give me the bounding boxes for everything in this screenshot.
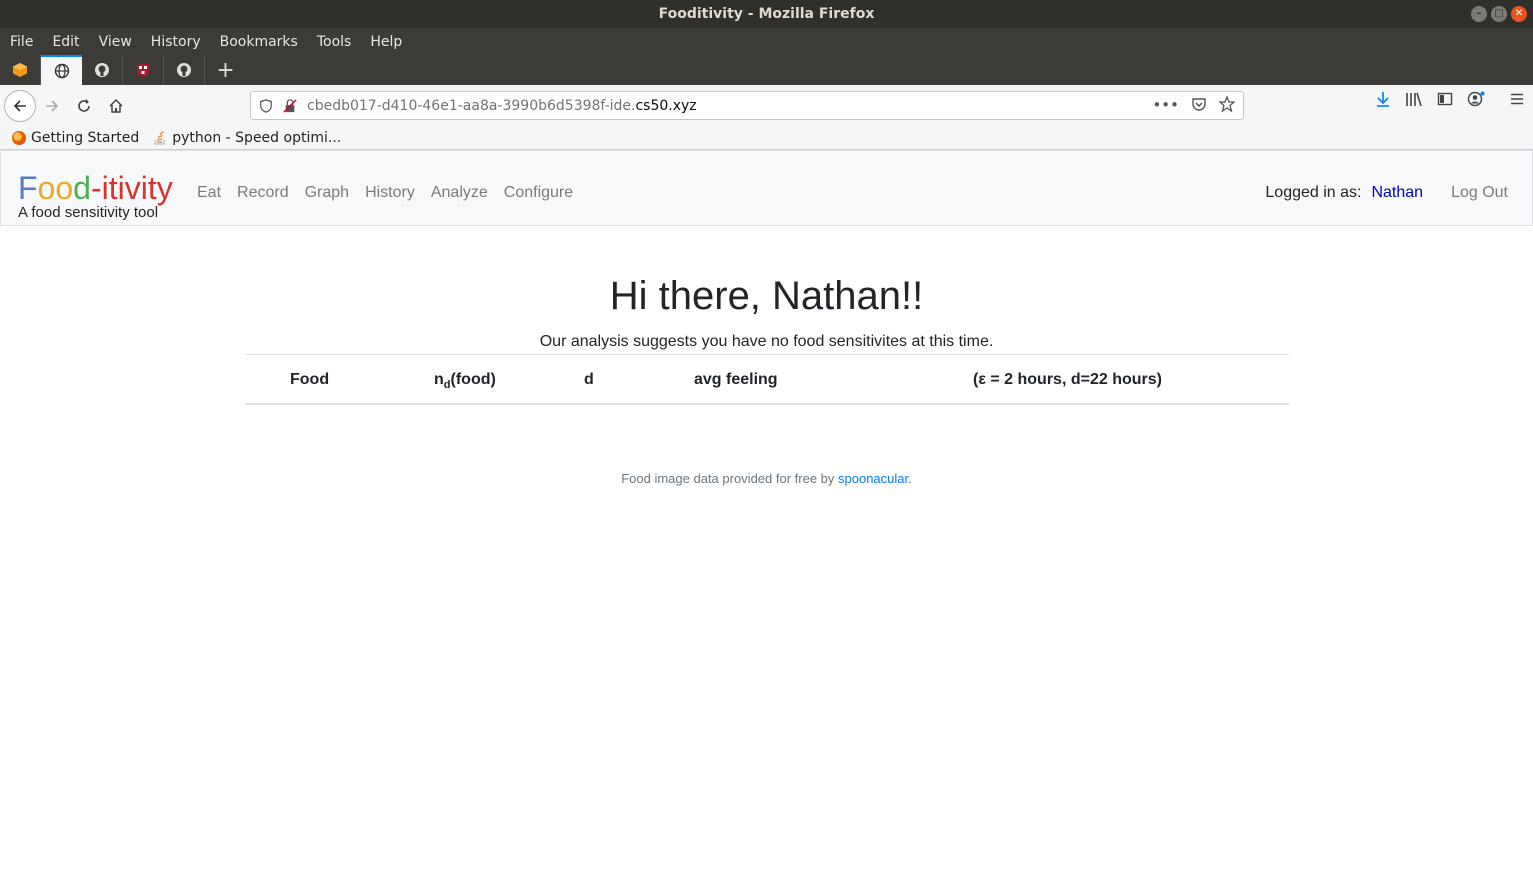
bookmark-getting-started[interactable]: Getting Started [12, 130, 139, 146]
menu-file[interactable]: File [10, 34, 33, 50]
url-text[interactable]: cbedb017-d410-46e1-aa8a-3990b6d5398f-ide… [307, 98, 697, 114]
library-icon[interactable] [1405, 91, 1423, 107]
header-nd-n: n [434, 371, 444, 388]
header-food: Food [290, 371, 330, 388]
nav-eat[interactable]: Eat [197, 184, 221, 202]
plus-icon: + [216, 57, 235, 83]
header-nd-sub: d [443, 379, 451, 392]
stackoverflow-icon [153, 130, 167, 145]
app-navbar: Food-itivity A food sensitivity tool Eat… [0, 150, 1533, 226]
account-icon[interactable] [1467, 91, 1485, 107]
firefox-icon [12, 130, 26, 145]
menu-bar: File Edit View History Bookmarks Tools H… [0, 28, 1533, 55]
sensitivity-table: Food nd(food) d avg feeling (ε = 2 hours… [245, 354, 1289, 405]
back-button[interactable] [4, 89, 36, 122]
analysis-message: Our analysis suggests you have no food s… [539, 333, 994, 350]
harvard-shield-icon [137, 64, 149, 77]
header-parameters: (ε = 2 hours, d=22 hours) [973, 371, 1162, 388]
spoonacular-link[interactable]: spoonacular [838, 471, 908, 486]
logout-link[interactable]: Log Out [1451, 184, 1508, 202]
footer-end: . [908, 471, 912, 486]
download-icon[interactable] [1375, 91, 1391, 107]
tab-bar: + [0, 55, 1533, 85]
forward-button[interactable] [36, 90, 68, 122]
nav-toolbar: cbedb017-d410-46e1-aa8a-3990b6d5398f-ide… [0, 85, 1533, 126]
brand-logo[interactable]: Food-itivity [18, 169, 173, 207]
bookmark-label: Getting Started [31, 129, 140, 146]
footer: Food image data provided for free by spo… [0, 471, 1533, 486]
toolbar-right [1375, 91, 1525, 107]
hamburger-menu-icon[interactable] [1509, 91, 1525, 107]
header-nd-rest: (food) [450, 371, 496, 388]
menu-tools[interactable]: Tools [317, 34, 352, 50]
home-icon [109, 98, 123, 113]
logged-in-label: Logged in as: [1265, 184, 1362, 201]
insecure-lock-icon [283, 98, 297, 113]
url-domain: cs50.xyz [635, 97, 697, 114]
tab-fooditivity[interactable] [41, 55, 82, 85]
page-actions-icon[interactable]: ••• [1152, 96, 1179, 114]
user-area: Logged in as: Nathan Log Out [1265, 184, 1508, 202]
tab-harvard[interactable] [123, 55, 164, 85]
header-d: d [584, 371, 594, 388]
tab-github-1[interactable] [82, 55, 123, 85]
url-bar[interactable]: cbedb017-d410-46e1-aa8a-3990b6d5398f-ide… [250, 91, 1244, 120]
brand-letter: d [73, 170, 91, 206]
web-page: Food-itivity A food sensitivity tool Eat… [0, 150, 1533, 873]
window-title: Fooditivity - Mozilla Firefox [658, 6, 875, 22]
main-nav: Eat Record Graph History Analyze Configu… [197, 184, 573, 202]
bookmarks-bar: Getting Started python - Speed optimi... [0, 126, 1533, 150]
tab-github-2[interactable] [164, 55, 205, 85]
star-icon[interactable] [1219, 96, 1235, 112]
shield-icon [260, 98, 272, 113]
menu-history[interactable]: History [151, 34, 201, 50]
globe-icon [54, 63, 69, 79]
reload-icon [78, 98, 90, 112]
reload-button[interactable] [68, 90, 100, 122]
url-actions: ••• [1152, 96, 1235, 114]
brand-tagline: A food sensitivity tool [18, 204, 159, 221]
new-tab-button[interactable]: + [205, 55, 246, 85]
url-path: cbedb017-d410-46e1-aa8a-3990b6d5398f-ide… [307, 97, 636, 114]
window-controls: – □ ✕ [1471, 6, 1527, 22]
maximize-icon[interactable]: □ [1491, 6, 1507, 22]
header-nd-food: nd(food) [434, 371, 496, 391]
nav-history[interactable]: History [365, 184, 415, 202]
box-icon [13, 63, 27, 77]
home-button[interactable] [100, 90, 132, 122]
page-title: Hi there, Nathan!! [609, 274, 924, 318]
github-icon [95, 63, 109, 77]
github-icon [177, 63, 191, 77]
menu-help[interactable]: Help [370, 34, 402, 50]
arrow-right-icon [46, 99, 59, 112]
sidebar-icon[interactable] [1437, 91, 1453, 107]
pocket-icon[interactable] [1191, 96, 1207, 112]
username-link[interactable]: Nathan [1371, 184, 1423, 202]
nav-graph[interactable]: Graph [305, 184, 349, 202]
tab-box[interactable] [0, 55, 41, 85]
brand-letter: oo [37, 170, 74, 206]
brand-letter: -itivity [90, 170, 173, 206]
brand-letter: F [18, 170, 38, 206]
window-titlebar: Fooditivity - Mozilla Firefox – □ ✕ [0, 0, 1533, 28]
menu-view[interactable]: View [99, 34, 132, 50]
menu-bookmarks[interactable]: Bookmarks [220, 34, 298, 50]
menu-edit[interactable]: Edit [52, 34, 79, 50]
nav-analyze[interactable]: Analyze [431, 184, 488, 202]
minimize-icon[interactable]: – [1471, 6, 1487, 22]
nav-record[interactable]: Record [237, 184, 289, 202]
bookmark-python-speed[interactable]: python - Speed optimi... [153, 130, 341, 146]
nav-configure[interactable]: Configure [504, 184, 573, 202]
header-avg-feeling: avg feeling [694, 371, 778, 388]
arrow-left-icon [13, 99, 26, 112]
footer-text: Food image data provided for free by [621, 471, 839, 486]
close-icon[interactable]: ✕ [1511, 6, 1527, 22]
bookmark-label: python - Speed optimi... [172, 129, 342, 146]
